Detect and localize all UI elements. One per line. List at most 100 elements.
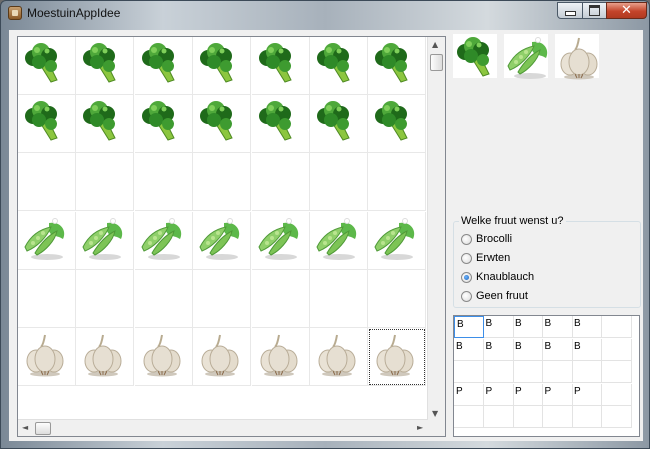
radio-option[interactable]: Geen fruut: [461, 288, 528, 304]
broccoli-cell[interactable]: [368, 95, 427, 154]
table-cell[interactable]: [601, 361, 632, 383]
table-cell[interactable]: [601, 338, 632, 361]
vertical-scroll-thumb[interactable]: [430, 54, 443, 71]
table-cell[interactable]: P: [572, 383, 602, 406]
vertical-scrollbar[interactable]: ▲ ▼: [427, 37, 445, 421]
table-cell[interactable]: [542, 361, 573, 383]
vegetable-grid[interactable]: ▲ ▼ ◄ ►: [17, 36, 446, 437]
table-cell[interactable]: B: [572, 338, 602, 361]
broccoli-cell[interactable]: [76, 95, 135, 154]
table-cell[interactable]: [454, 361, 484, 383]
table-cell[interactable]: B: [483, 338, 514, 361]
garlic-icon: [318, 334, 356, 377]
peas-cell[interactable]: [251, 211, 310, 270]
garlic-cell[interactable]: [251, 328, 310, 386]
broccoli-cell[interactable]: [134, 95, 193, 154]
horizontal-scroll-thumb[interactable]: [35, 422, 51, 435]
garlic-cell[interactable]: [193, 328, 252, 386]
table-cell[interactable]: [542, 406, 573, 428]
garlic-cell[interactable]: [18, 328, 76, 386]
broccoli-cell[interactable]: [193, 37, 252, 95]
broccoli-cell[interactable]: [368, 37, 427, 95]
garlic-icon: [26, 334, 64, 377]
table-cell[interactable]: B: [572, 316, 602, 338]
empty-cell[interactable]: [251, 269, 310, 328]
peas-icon: [199, 217, 240, 260]
garlic-cell[interactable]: [368, 328, 427, 386]
broccoli-cell[interactable]: [310, 37, 368, 95]
broccoli-cell[interactable]: [251, 37, 310, 95]
empty-cell[interactable]: [134, 269, 193, 328]
garlic-cell[interactable]: [134, 328, 193, 386]
peas-cell[interactable]: [134, 211, 193, 270]
garlic-cell[interactable]: [76, 328, 135, 386]
scroll-left-icon[interactable]: ◄: [22, 423, 28, 432]
empty-cell[interactable]: [193, 269, 252, 328]
radio-button[interactable]: [461, 290, 472, 302]
scroll-up-icon[interactable]: ▲: [432, 40, 438, 49]
table-cell[interactable]: [572, 361, 602, 383]
table-cell[interactable]: [513, 406, 543, 428]
peas-cell[interactable]: [18, 211, 76, 270]
empty-cell[interactable]: [134, 153, 193, 212]
maximize-button[interactable]: [582, 2, 607, 19]
garlic-cell[interactable]: [310, 328, 368, 386]
table-cell[interactable]: [483, 361, 514, 383]
table-cell[interactable]: B: [454, 338, 484, 361]
table-cell[interactable]: [454, 406, 484, 428]
empty-cell[interactable]: [18, 153, 76, 212]
scroll-right-icon[interactable]: ►: [417, 423, 423, 432]
table-cell[interactable]: P: [483, 383, 514, 406]
table-cell[interactable]: [601, 383, 632, 406]
close-button[interactable]: ✕: [606, 2, 647, 19]
broccoli-cell[interactable]: [310, 95, 368, 154]
scroll-down-icon[interactable]: ▼: [432, 409, 438, 418]
app-icon[interactable]: [8, 6, 22, 20]
radio-button[interactable]: [461, 252, 472, 264]
empty-cell[interactable]: [310, 269, 368, 328]
empty-cell[interactable]: [368, 269, 427, 328]
table-cell[interactable]: [601, 316, 632, 338]
radio-option[interactable]: Knaublauch: [461, 269, 534, 285]
table-cell[interactable]: B: [454, 316, 484, 338]
horizontal-scrollbar[interactable]: ◄ ►: [18, 419, 428, 436]
table-cell[interactable]: B: [483, 316, 514, 338]
table-cell[interactable]: P: [542, 383, 573, 406]
table-cell[interactable]: B: [513, 338, 543, 361]
broccoli-cell[interactable]: [76, 37, 135, 95]
empty-cell[interactable]: [193, 153, 252, 212]
planting-table[interactable]: BBBBBBBBBBPPPPP: [453, 315, 640, 437]
empty-cell[interactable]: [18, 269, 76, 328]
radio-button[interactable]: [461, 271, 472, 283]
table-cell[interactable]: B: [542, 338, 573, 361]
radio-option[interactable]: Erwten: [461, 250, 510, 266]
table-cell[interactable]: B: [513, 316, 543, 338]
radio-option[interactable]: Brocolli: [461, 231, 512, 247]
title-bar[interactable]: MoestuinAppIdee ✕: [1, 1, 649, 27]
empty-cell[interactable]: [76, 269, 135, 328]
minimize-button[interactable]: [557, 2, 583, 19]
table-cell[interactable]: [572, 406, 602, 428]
table-cell[interactable]: P: [513, 383, 543, 406]
broccoli-cell[interactable]: [18, 37, 76, 95]
table-cell[interactable]: B: [542, 316, 573, 338]
broccoli-cell[interactable]: [18, 95, 76, 154]
peas-cell[interactable]: [76, 211, 135, 270]
broccoli-cell[interactable]: [134, 37, 193, 95]
table-cell[interactable]: P: [454, 383, 484, 406]
fruit-choice-group: Welke fruut wenst u? Brocolli Erwten Knaub…: [453, 215, 641, 308]
peas-cell[interactable]: [368, 211, 427, 270]
broccoli-cell[interactable]: [193, 95, 252, 154]
table-cell[interactable]: [601, 406, 632, 428]
table-cell[interactable]: [513, 361, 543, 383]
broccoli-cell[interactable]: [251, 95, 310, 154]
broccoli-icon: [25, 43, 58, 83]
radio-button[interactable]: [461, 233, 472, 245]
empty-cell[interactable]: [368, 153, 427, 212]
empty-cell[interactable]: [310, 153, 368, 212]
peas-cell[interactable]: [193, 211, 252, 270]
empty-cell[interactable]: [76, 153, 135, 212]
table-cell[interactable]: [483, 406, 514, 428]
empty-cell[interactable]: [251, 153, 310, 212]
peas-cell[interactable]: [310, 211, 368, 270]
